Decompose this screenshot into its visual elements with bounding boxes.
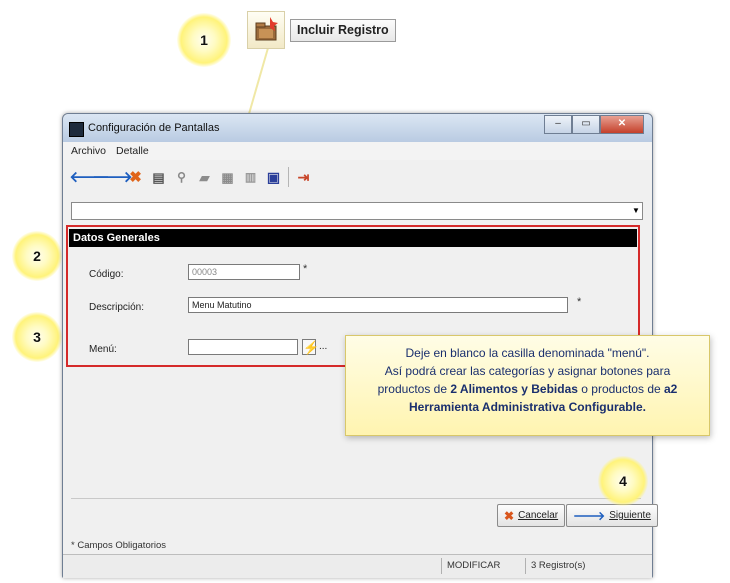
code-field[interactable]: 00003 (188, 264, 300, 280)
chevron-down-icon[interactable]: ▼ (630, 203, 642, 219)
forward-arrow-icon[interactable]: 🡒 (92, 169, 132, 186)
status-records: 3 Registro(s) (525, 558, 635, 574)
instruction-tooltip: Deje en blanco la casilla denominada "me… (345, 335, 710, 436)
status-bar: MODIFICAR 3 Registro(s) (63, 554, 652, 578)
step-marker-2: 2 (12, 231, 62, 281)
record-selector[interactable]: ▼ (71, 202, 643, 220)
next-button[interactable]: 🡒 Siguiente (566, 504, 658, 527)
tooltip-line-2: Así podrá crear las categorías y asignar… (384, 364, 671, 378)
tooltip-line-4: Herramienta Administrativa Configurable. (346, 398, 709, 416)
menu-field[interactable] (188, 339, 298, 355)
tooltip-product-b: a2 (664, 382, 678, 396)
step-number-3: 3 (33, 329, 41, 345)
search-icon[interactable]: ⚲ (173, 169, 190, 186)
window-controls: – ▭ ✕ (544, 115, 644, 134)
bottom-divider (71, 498, 641, 499)
tooltip-product-b-name: Herramienta Administrativa Configurable. (409, 400, 646, 414)
lookup-icon[interactable]: ⚡ (302, 339, 319, 355)
menu-detalle[interactable]: Detalle (116, 145, 149, 157)
description-label: Descripción: (89, 302, 145, 313)
step-marker-1: 1 (177, 13, 231, 67)
step-number-4: 4 (619, 473, 627, 489)
step-number-2: 2 (33, 248, 41, 264)
description-field[interactable]: Menu Matutino (188, 297, 568, 313)
section-title: Datos Generales (69, 229, 637, 247)
exit-door-icon[interactable]: ⇥ (295, 169, 312, 186)
required-note: * Campos Obligatorios (71, 540, 167, 551)
description-required-mark: * (577, 296, 582, 308)
menu-label: Menú: (89, 344, 117, 355)
edit-icon[interactable]: ▦ (219, 169, 236, 186)
title-bar: Configuración de Pantallas – ▭ ✕ (63, 114, 652, 142)
tooltip-line-3: productos de 2 Alimentos y Bebidas o pro… (346, 380, 709, 398)
status-mode: MODIFICAR (441, 558, 523, 574)
toolbar-separator (288, 167, 289, 187)
toolbar: 🡐 🡒 ✖ ▤ ⚲ ▰ ▦ ▥ ▣ ⇥ (69, 162, 646, 192)
cancel-label: Cancelar (518, 510, 559, 521)
minimize-button[interactable]: – (544, 115, 572, 134)
close-button[interactable]: ✕ (600, 115, 644, 134)
next-label: Siguiente (609, 510, 651, 521)
print-icon[interactable]: ▤ (150, 169, 167, 186)
include-record-icon[interactable] (247, 11, 285, 49)
code-required-mark: * (303, 263, 308, 275)
lookup-dots[interactable]: ... (319, 341, 327, 352)
menu-bar: Archivo Detalle (63, 142, 652, 160)
tooltip-line-1: Deje en blanco la casilla denominada "me… (405, 346, 650, 360)
folder-plus-icon (255, 17, 278, 41)
step-marker-4: 4 (598, 456, 648, 506)
code-label: Código: (89, 269, 124, 280)
tooltip-line-3-pre: productos de (377, 382, 451, 396)
include-record-label: Incluir Registro (290, 19, 396, 42)
maximize-button[interactable]: ▭ (572, 115, 600, 134)
new-record-icon[interactable]: ▰ (196, 169, 213, 186)
next-arrow-icon: 🡒 (573, 509, 606, 523)
step-number-1: 1 (200, 32, 208, 48)
menu-archivo[interactable]: Archivo (71, 145, 106, 157)
save-icon[interactable]: ▣ (265, 169, 282, 186)
cancel-button[interactable]: ✖ Cancelar (497, 504, 566, 527)
tooltip-product-a: 2 Alimentos y Bebidas (450, 382, 578, 396)
app-icon (69, 122, 84, 137)
cancel-x-icon: ✖ (504, 508, 515, 523)
tooltip-line-3-mid: o productos de (577, 382, 664, 396)
window-title: Configuración de Pantallas (88, 122, 220, 134)
delete-x-icon[interactable]: ✖ (127, 169, 144, 186)
trash-icon[interactable]: ▥ (242, 169, 259, 186)
step-marker-3: 3 (12, 312, 62, 362)
